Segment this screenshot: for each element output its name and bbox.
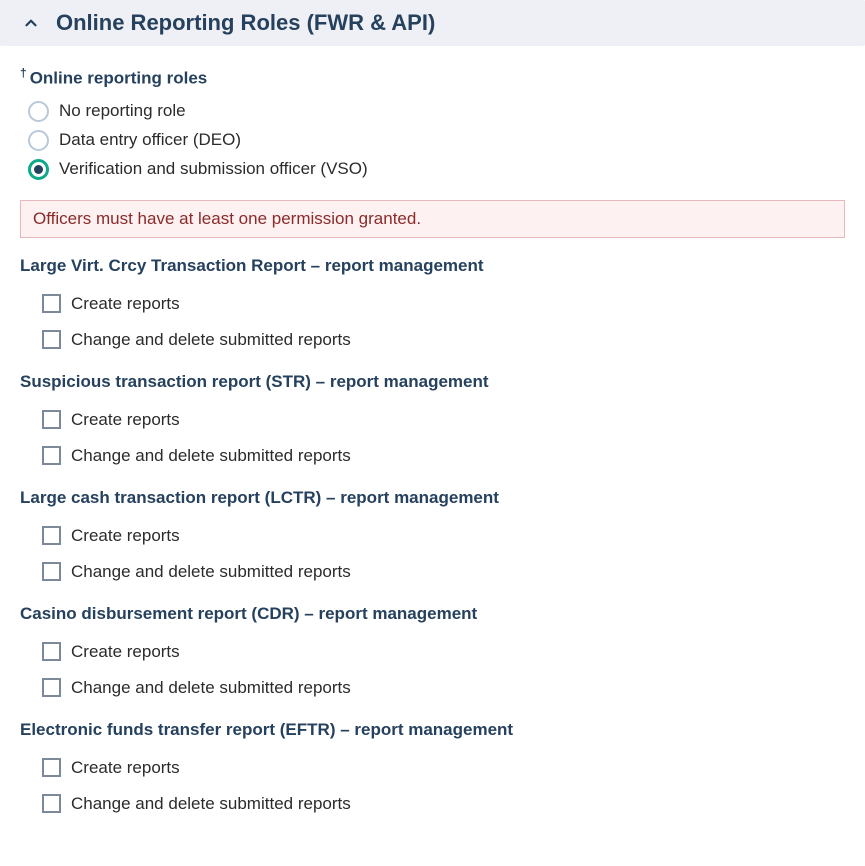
chevron-up-icon[interactable] <box>20 12 42 34</box>
checkbox-row-create-reports[interactable]: Create reports <box>42 750 845 786</box>
panel-header[interactable]: Online Reporting Roles (FWR & API) <box>0 0 865 46</box>
radio-label: No reporting role <box>59 101 186 121</box>
radio-group-reporting-role: No reporting role Data entry officer (DE… <box>28 97 845 184</box>
radio-option-deo[interactable]: Data entry officer (DEO) <box>28 126 845 155</box>
checkbox-icon[interactable] <box>42 678 61 697</box>
checkbox-row-change-delete[interactable]: Change and delete submitted reports <box>42 786 845 822</box>
checkbox-icon[interactable] <box>42 446 61 465</box>
checkbox-icon[interactable] <box>42 294 61 313</box>
radio-icon[interactable] <box>28 101 49 122</box>
checkbox-label: Change and delete submitted reports <box>71 562 351 582</box>
section-title-eftr: Electronic funds transfer report (EFTR) … <box>20 720 845 740</box>
checkbox-icon[interactable] <box>42 410 61 429</box>
error-alert: Officers must have at least one permissi… <box>20 200 845 238</box>
checkbox-icon[interactable] <box>42 526 61 545</box>
checkbox-label: Create reports <box>71 410 180 430</box>
checkbox-row-change-delete[interactable]: Change and delete submitted reports <box>42 322 845 358</box>
checkbox-icon[interactable] <box>42 562 61 581</box>
section-title-str: Suspicious transaction report (STR) – re… <box>20 372 845 392</box>
section-title-lctr: Large cash transaction report (LCTR) – r… <box>20 488 845 508</box>
panel-title: Online Reporting Roles (FWR & API) <box>56 10 435 36</box>
checkbox-icon[interactable] <box>42 330 61 349</box>
checkbox-row-change-delete[interactable]: Change and delete submitted reports <box>42 554 845 590</box>
radio-label: Data entry officer (DEO) <box>59 130 241 150</box>
checkbox-row-change-delete[interactable]: Change and delete submitted reports <box>42 438 845 474</box>
checkbox-label: Create reports <box>71 758 180 778</box>
checkbox-row-create-reports[interactable]: Create reports <box>42 402 845 438</box>
checkbox-label: Create reports <box>71 642 180 662</box>
section-title-lvctr: Large Virt. Crcy Transaction Report – re… <box>20 256 845 276</box>
checkbox-icon[interactable] <box>42 794 61 813</box>
checkbox-row-create-reports[interactable]: Create reports <box>42 634 845 670</box>
checkbox-row-change-delete[interactable]: Change and delete submitted reports <box>42 670 845 706</box>
field-label-text: Online reporting roles <box>30 69 208 88</box>
radio-icon[interactable] <box>28 130 49 151</box>
checkbox-label: Change and delete submitted reports <box>71 678 351 698</box>
checkbox-label: Create reports <box>71 526 180 546</box>
checkbox-icon[interactable] <box>42 642 61 661</box>
field-label: †Online reporting roles <box>20 66 845 89</box>
checkbox-icon[interactable] <box>42 758 61 777</box>
radio-option-vso[interactable]: Verification and submission officer (VSO… <box>28 155 845 184</box>
radio-label: Verification and submission officer (VSO… <box>59 159 368 179</box>
radio-option-no-reporting-role[interactable]: No reporting role <box>28 97 845 126</box>
panel-content: †Online reporting roles No reporting rol… <box>0 66 865 842</box>
radio-icon[interactable] <box>28 159 49 180</box>
checkbox-label: Change and delete submitted reports <box>71 446 351 466</box>
checkbox-label: Create reports <box>71 294 180 314</box>
checkbox-label: Change and delete submitted reports <box>71 330 351 350</box>
checkbox-row-create-reports[interactable]: Create reports <box>42 286 845 322</box>
checkbox-row-create-reports[interactable]: Create reports <box>42 518 845 554</box>
checkbox-label: Change and delete submitted reports <box>71 794 351 814</box>
required-marker: † <box>20 66 27 80</box>
section-title-cdr: Casino disbursement report (CDR) – repor… <box>20 604 845 624</box>
